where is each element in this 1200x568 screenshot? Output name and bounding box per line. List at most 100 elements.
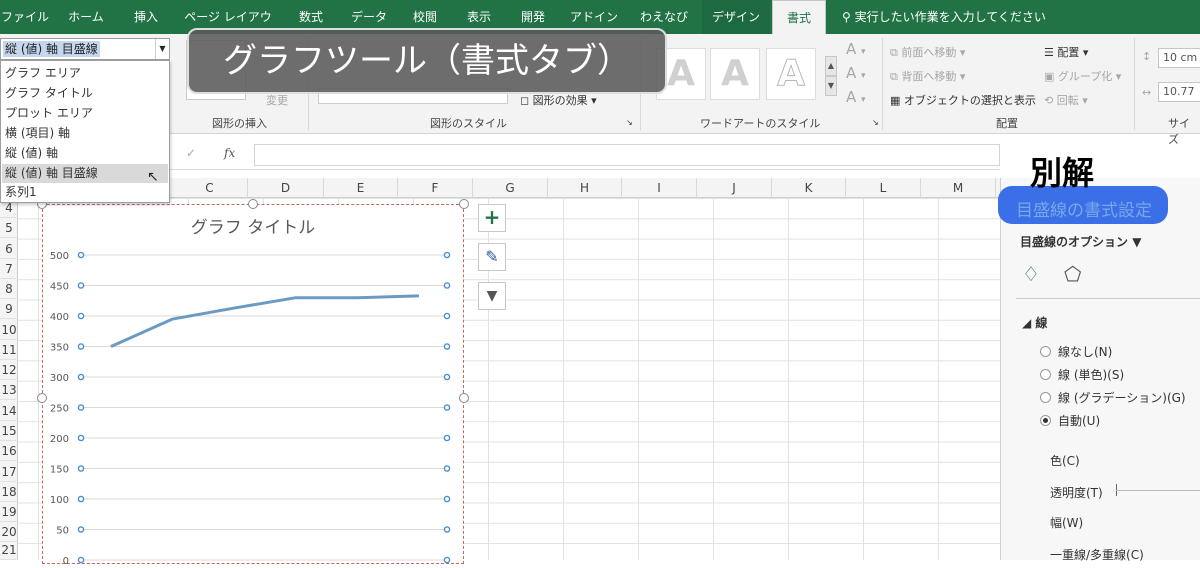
chart-title: グラフ タイトル — [191, 218, 315, 238]
align-label: 配置 — [1057, 46, 1080, 59]
list-item[interactable]: プロット エリア — [2, 104, 168, 123]
list-item[interactable]: 系列1 — [2, 183, 168, 202]
wordart-style-3[interactable]: A — [766, 48, 816, 100]
column-header-k[interactable]: K — [772, 178, 846, 198]
row-header[interactable]: 21 — [0, 540, 18, 560]
list-item[interactable]: 縦 (値) 軸 — [2, 144, 168, 163]
column-header-i[interactable]: I — [622, 178, 697, 198]
gridline-handle — [443, 495, 451, 503]
chevron-down-icon: ▾ — [1078, 94, 1088, 107]
wordart-style-2[interactable]: A — [710, 48, 760, 100]
gallery-up-icon[interactable]: ▲ — [825, 56, 837, 76]
selection-pane-button[interactable]: ▦ オブジェクトの選択と表示 — [890, 92, 1036, 108]
row-header[interactable]: 5 — [0, 218, 18, 238]
list-item[interactable]: グラフ タイトル — [2, 84, 168, 103]
transparency-label: 透明度(T) — [1050, 486, 1103, 500]
fx-icon[interactable]: fx — [224, 146, 235, 160]
transparency-slider-track[interactable] — [1116, 490, 1200, 491]
tell-me-box[interactable]: ⚲ 実行したい作業を入力してください — [842, 0, 1046, 34]
radio-automatic[interactable] — [1040, 415, 1051, 426]
triangle-down-icon: ◢ — [1022, 316, 1036, 330]
chart-styles-button[interactable]: ✎ — [478, 243, 506, 271]
column-header-g[interactable]: G — [473, 178, 548, 198]
text-effects-icon[interactable]: A ▾ — [846, 88, 866, 106]
row-header[interactable]: 14 — [0, 401, 18, 421]
tab-design[interactable]: デザイン — [702, 0, 770, 34]
list-item[interactable]: グラフ エリア — [2, 64, 168, 83]
radio-gradient-line[interactable] — [1040, 392, 1051, 403]
gridline-handle — [77, 312, 85, 320]
row-header[interactable]: 20 — [0, 522, 18, 542]
gridline-handle — [77, 373, 85, 381]
chevron-down-icon: ▾ — [956, 70, 966, 83]
tab-insert[interactable]: 挿入 — [122, 0, 170, 34]
column-header-j[interactable]: J — [697, 178, 772, 198]
column-header-m[interactable]: M — [921, 178, 996, 198]
radio-solid-line[interactable] — [1040, 369, 1051, 380]
row-header[interactable]: 16 — [0, 441, 18, 461]
width-icon: ↔ — [1142, 86, 1152, 99]
rotate-button[interactable]: ⟲ 回転 ▾ — [1044, 92, 1088, 108]
gallery-down-icon[interactable]: ▼ — [825, 76, 837, 96]
gridline-handle — [77, 495, 85, 503]
row-header[interactable]: 9 — [0, 299, 18, 319]
column-header-h[interactable]: H — [548, 178, 622, 198]
tab-home[interactable]: ホーム — [62, 0, 110, 34]
chart-filters-button[interactable]: ▼ — [478, 282, 506, 310]
row-header[interactable]: 15 — [0, 421, 18, 441]
row-header[interactable]: 17 — [0, 462, 18, 482]
column-header-f[interactable]: F — [398, 178, 473, 198]
column-header-c[interactable]: C — [172, 178, 248, 198]
column-header-e[interactable]: E — [324, 178, 398, 198]
text-outline-icon[interactable]: A ▾ — [846, 64, 866, 82]
formula-input[interactable] — [254, 144, 1000, 166]
tab-format[interactable]: 書式 — [772, 0, 826, 34]
row-header[interactable]: 12 — [0, 360, 18, 380]
bring-forward-button[interactable]: ⧉ 前面へ移動 ▾ — [890, 44, 965, 60]
resize-handle[interactable] — [248, 199, 258, 209]
shape-effects-button[interactable]: ◻ 図形の効果 ▾ — [520, 92, 597, 108]
row-header[interactable]: 10 — [0, 320, 18, 340]
dialog-launcher-icon[interactable]: ↘ — [872, 118, 879, 127]
list-item-selected[interactable]: 縦 (値) 軸 目盛線 — [2, 164, 168, 183]
group-button[interactable]: ▣ グループ化 ▾ — [1044, 68, 1121, 84]
tab-file[interactable]: ファイル — [0, 0, 50, 34]
list-item[interactable]: 横 (項目) 軸 — [2, 124, 168, 143]
resize-handle[interactable] — [37, 393, 47, 403]
effects-pentagon-icon[interactable]: ⬠ — [1064, 262, 1081, 286]
align-button[interactable]: ☰ 配置 ▾ — [1044, 44, 1088, 60]
height-icon: ↕ — [1142, 50, 1152, 63]
fill-line-icon[interactable]: ♢ — [1022, 262, 1040, 286]
row-header[interactable]: 19 — [0, 502, 18, 522]
resize-handle[interactable] — [459, 199, 469, 209]
column-header-d[interactable]: D — [248, 178, 324, 198]
row-header[interactable]: 8 — [0, 279, 18, 299]
resize-handle[interactable] — [459, 393, 469, 403]
radio-no-line[interactable] — [1040, 346, 1051, 357]
gridline-options-dropdown[interactable]: 目盛線のオプション ▼ — [1020, 233, 1141, 250]
pane-divider — [1016, 298, 1200, 299]
line-section-header[interactable]: ◢ 線 — [1022, 314, 1047, 331]
check-icon[interactable]: ✓ — [186, 146, 196, 160]
width-input[interactable]: 10.77 — [1158, 82, 1200, 102]
bring-forward-icon: ⧉ — [890, 46, 902, 59]
selection-pane-label: オブジェクトの選択と表示 — [903, 94, 1036, 107]
text-fill-icon[interactable]: A ▾ — [846, 40, 866, 58]
row-header[interactable]: 6 — [0, 239, 18, 259]
row-header[interactable]: 18 — [0, 482, 18, 502]
chevron-down-icon: ▾ — [1079, 46, 1089, 59]
column-header-l[interactable]: L — [846, 178, 921, 198]
chart-area[interactable]: グラフ タイトル 0 50 100 150 200 250 300 350 400 450 500 — [42, 204, 464, 567]
height-input[interactable]: 10 cm — [1158, 48, 1200, 68]
gridline-handle — [443, 373, 451, 381]
group-label-arrange: 配置 — [996, 117, 1018, 130]
chart-elements-button[interactable]: + — [478, 204, 506, 232]
row-header[interactable]: 7 — [0, 259, 18, 279]
change-shape-button[interactable]: 変更 — [266, 92, 288, 108]
send-backward-button[interactable]: ⧉ 背面へ移動 ▾ — [890, 68, 965, 84]
dialog-launcher-icon[interactable]: ↘ — [626, 118, 633, 127]
row-header[interactable]: 13 — [0, 380, 18, 400]
chart-element-selector[interactable]: 縦 (値) 軸 目盛線 ▼ — [0, 38, 170, 60]
chevron-down-icon[interactable]: ▼ — [155, 39, 169, 59]
row-header[interactable]: 11 — [0, 340, 18, 360]
